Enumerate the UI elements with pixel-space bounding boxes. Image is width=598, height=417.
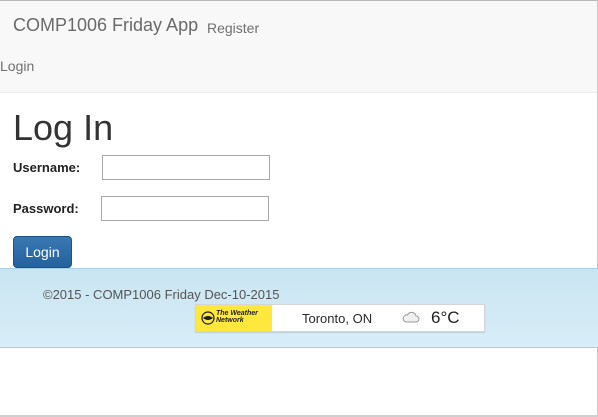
login-button[interactable]: Login [13, 236, 72, 268]
weather-temperature: 6°C [431, 308, 460, 327]
password-input[interactable] [101, 196, 269, 221]
weather-logo-text: The Weather Network [216, 310, 258, 324]
weather-logo-line1: The Weather [216, 310, 258, 317]
weather-logo-icon [201, 311, 215, 325]
weather-network-logo: The Weather Network [196, 305, 272, 331]
nav-register-link[interactable]: Register [207, 20, 259, 36]
navbar: COMP1006 Friday App Register Login [0, 1, 597, 93]
weather-city: Toronto, ON [302, 311, 373, 326]
page-title: Log In [13, 107, 114, 148]
username-label: Username: [13, 160, 81, 175]
brand-link[interactable]: COMP1006 Friday App [13, 15, 198, 36]
password-label: Password: [13, 201, 79, 216]
password-label-text: Password [13, 201, 75, 216]
copyright-text: ©2015 - COMP1006 Friday Dec-10-2015 [43, 287, 280, 302]
username-input[interactable] [102, 155, 270, 180]
weather-widget[interactable]: The Weather Network Toronto, ON 6°C [195, 304, 485, 332]
weather-logo-line2: Network [216, 317, 244, 324]
footer: ©2015 - COMP1006 Friday Dec-10-2015 The … [0, 268, 598, 348]
cloud-icon [402, 311, 420, 323]
nav-login-link[interactable]: Login [0, 58, 34, 74]
username-label-text: Username [13, 160, 76, 175]
